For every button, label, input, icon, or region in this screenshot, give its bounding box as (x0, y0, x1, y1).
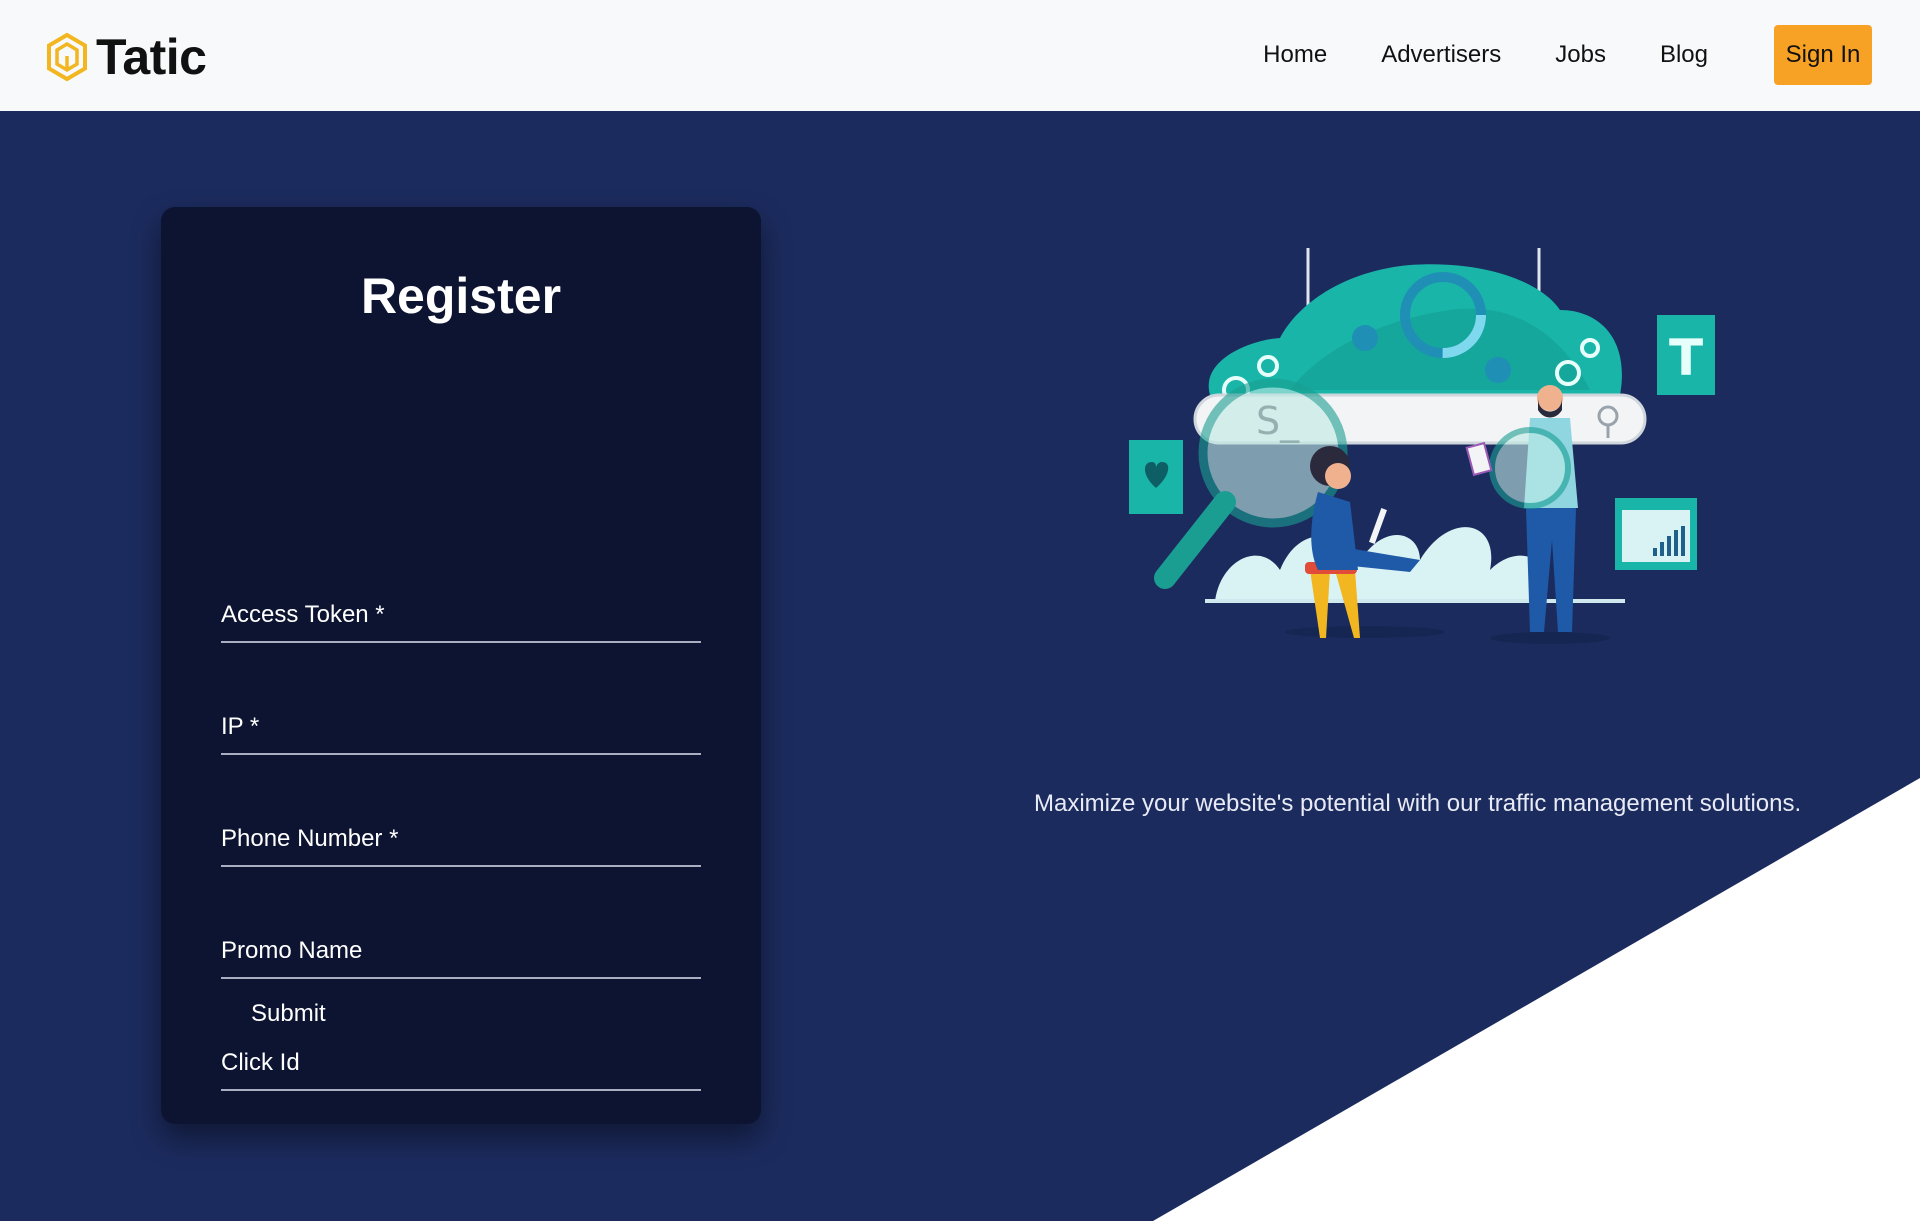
phone-number-input[interactable] (221, 807, 701, 865)
access-token-field[interactable]: Access Token * (221, 583, 701, 643)
promo-name-input[interactable] (221, 919, 701, 977)
hexagon-logo-icon (47, 32, 87, 82)
nav-advertisers[interactable]: Advertisers (1381, 41, 1501, 69)
ip-field[interactable]: IP * (221, 695, 701, 755)
top-navbar: Tatic Home Advertisers Jobs Blog Sign In (0, 0, 1920, 111)
submit-button[interactable]: Submit (251, 1000, 326, 1028)
nav-blog[interactable]: Blog (1660, 41, 1708, 69)
ip-input[interactable] (221, 695, 701, 753)
nav-home[interactable]: Home (1263, 41, 1327, 69)
register-card: Register Access Token * IP * Phone Numbe… (161, 207, 761, 1124)
promo-name-field[interactable]: Promo Name (221, 919, 701, 979)
register-title: Register (360, 268, 562, 324)
nav-jobs[interactable]: Jobs (1555, 41, 1606, 69)
phone-number-field[interactable]: Phone Number * (221, 807, 701, 867)
main-nav: Home Advertisers Jobs Blog Sign In (1263, 25, 1872, 85)
click-id-field[interactable]: Click Id (221, 1031, 701, 1091)
illustration-doc-letter: T (1669, 329, 1703, 387)
brand[interactable]: Tatic (46, 28, 207, 86)
click-id-input[interactable] (221, 1031, 701, 1089)
brand-name: Tatic (96, 29, 207, 85)
access-token-input[interactable] (221, 583, 701, 641)
search-analytics-illustration: S_ T (1129, 248, 1715, 644)
sign-in-button[interactable]: Sign In (1774, 25, 1872, 85)
hero-tagline: Maximize your website's potential with o… (1034, 790, 1802, 817)
